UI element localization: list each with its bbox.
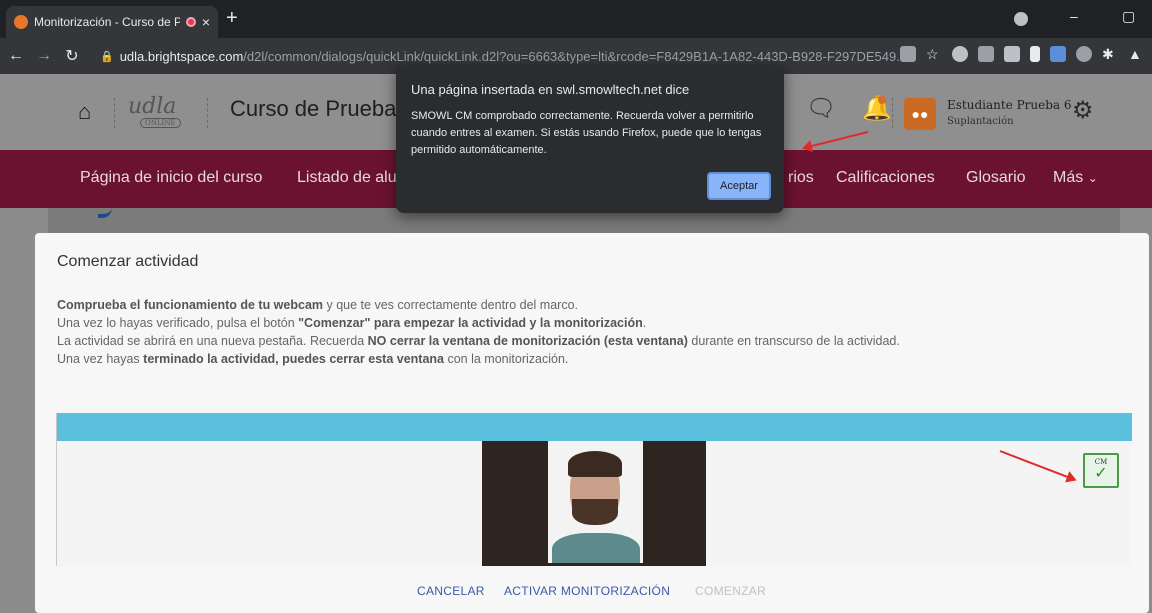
nav-item-hidden[interactable]: rios bbox=[788, 169, 814, 187]
instruction-bold: "Comenzar" para empezar la actividad y l… bbox=[298, 316, 643, 330]
cancel-button[interactable]: CANCELAR bbox=[417, 584, 485, 598]
photo-beard bbox=[572, 499, 618, 525]
photo-hair bbox=[568, 451, 622, 477]
banner-swoosh bbox=[98, 208, 112, 218]
alert-dialog: Una página insertada en swl.smowltech.ne… bbox=[396, 65, 784, 213]
puzzle-icon[interactable]: ✱ bbox=[1102, 46, 1118, 62]
activate-monitoring-button[interactable]: ACTIVAR MONITORIZACIÓN bbox=[504, 584, 670, 598]
divider bbox=[892, 98, 893, 128]
tab-close-icon[interactable]: × bbox=[202, 14, 210, 30]
url-host: udla.brightspace.com bbox=[119, 48, 244, 64]
instruction-line-2: Una vez lo hayas verificado, pulsa el bo… bbox=[57, 314, 900, 332]
extensions-bar: ☆ ✱ ▲ bbox=[900, 46, 1144, 62]
instruction-text: Una vez lo hayas verificado, pulsa el bo… bbox=[57, 316, 299, 330]
instructions: Comprueba el funcionamiento de tu webcam… bbox=[57, 296, 900, 368]
user-photo bbox=[548, 441, 643, 563]
logo-text: udla bbox=[128, 94, 177, 119]
more-label: Más bbox=[1053, 169, 1084, 186]
gear-icon[interactable]: ⚙ bbox=[1072, 96, 1094, 125]
extension-icon[interactable] bbox=[978, 46, 994, 62]
webcam-area bbox=[56, 413, 1132, 566]
extension-blue-icon[interactable] bbox=[1050, 46, 1066, 62]
chevron-down-icon: ⌄ bbox=[1087, 171, 1098, 185]
nav-item-home[interactable]: Página de inicio del curso bbox=[80, 169, 262, 187]
instruction-text: durante en transcurso de la actividad. bbox=[687, 334, 900, 348]
extension-bird-icon[interactable] bbox=[1076, 46, 1092, 62]
extension-tag-icon[interactable] bbox=[1030, 46, 1040, 62]
accept-button[interactable]: Aceptar bbox=[707, 172, 771, 200]
back-arrow-icon[interactable]: ← bbox=[4, 47, 28, 65]
instruction-text: y que te ves correctamente dentro del ma… bbox=[323, 298, 579, 312]
star-icon[interactable]: ☆ bbox=[926, 46, 942, 62]
activity-panel: Comenzar actividad Comprueba el funciona… bbox=[35, 233, 1149, 613]
nav-item-students[interactable]: Listado de alu bbox=[297, 169, 397, 187]
instruction-text: con la monitorización. bbox=[444, 352, 569, 366]
user-name[interactable]: Estudiante Prueba 6 bbox=[947, 98, 1072, 112]
camera-icon[interactable] bbox=[900, 46, 916, 62]
url-path: /d2l/common/dialogs/quickLink/quickLink.… bbox=[243, 48, 908, 64]
nav-item-more[interactable]: Más ⌄ bbox=[1053, 169, 1098, 187]
divider bbox=[207, 98, 208, 128]
instruction-text: . bbox=[642, 316, 647, 330]
site-favicon-icon bbox=[14, 15, 28, 29]
home-icon[interactable]: ⌂ bbox=[78, 99, 91, 125]
forward-arrow-icon[interactable]: → bbox=[32, 47, 56, 65]
cm-verified-badge: CM ✓ bbox=[1083, 453, 1119, 488]
profile-icon[interactable] bbox=[1014, 12, 1028, 26]
minimize-button[interactable]: – bbox=[1070, 8, 1078, 24]
webcam-video bbox=[482, 441, 706, 566]
dialog-title: Una página insertada en swl.smowltech.ne… bbox=[411, 82, 690, 97]
instruction-line-4: Una vez hayas terminado la actividad, pu… bbox=[57, 350, 900, 368]
avatar[interactable]: ●● bbox=[904, 98, 936, 130]
lock-icon: 🔒 bbox=[100, 50, 114, 63]
webcam-header-bar bbox=[57, 413, 1132, 441]
browser-tab[interactable]: Monitorización - Curso de P × bbox=[6, 6, 218, 38]
start-button: COMENZAR bbox=[695, 584, 767, 598]
instruction-line-3: La actividad se abrirá en una nueva pest… bbox=[57, 332, 900, 350]
instruction-text: Una vez hayas bbox=[57, 352, 144, 366]
recording-indicator-icon bbox=[185, 17, 196, 27]
nav-item-grades[interactable]: Calificaciones bbox=[836, 169, 935, 187]
course-title[interactable]: Curso de Prueba V bbox=[230, 96, 417, 122]
account-icon[interactable]: ▲ bbox=[1128, 46, 1144, 62]
notifications-bell-icon[interactable]: 🔔 bbox=[862, 94, 892, 123]
extension-s-icon[interactable] bbox=[1004, 46, 1020, 62]
divider bbox=[114, 98, 115, 128]
instruction-bold: Comprueba el funcionamiento de tu webcam bbox=[57, 298, 324, 312]
reload-icon[interactable]: ↻ bbox=[60, 46, 84, 66]
instruction-bold: NO cerrar la ventana de monitorización (… bbox=[367, 334, 688, 348]
browser-tabstrip: Monitorización - Curso de P × + – ▢ bbox=[0, 0, 1152, 38]
instruction-text: La actividad se abrirá en una nueva pest… bbox=[57, 334, 368, 348]
checkmark-icon: ✓ bbox=[1094, 465, 1108, 482]
instruction-line-1: Comprueba el funcionamiento de tu webcam… bbox=[57, 296, 900, 314]
notification-dot bbox=[878, 96, 886, 104]
user-role: Suplantación bbox=[947, 116, 1014, 127]
maximize-button[interactable]: ▢ bbox=[1122, 8, 1135, 25]
nav-item-glossary[interactable]: Glosario bbox=[966, 169, 1026, 187]
new-tab-button[interactable]: + bbox=[226, 8, 238, 28]
dialog-message: SMOWL CM comprobado correctamente. Recue… bbox=[411, 110, 762, 156]
panel-title: Comenzar actividad bbox=[57, 253, 199, 270]
photo-shirt bbox=[552, 533, 640, 563]
udla-logo: udla ONLINE bbox=[128, 94, 188, 130]
logo-subtext: ONLINE bbox=[140, 118, 181, 128]
adblock-extension-icon[interactable] bbox=[952, 46, 968, 62]
instruction-bold: terminado la actividad, puedes cerrar es… bbox=[143, 352, 444, 366]
messages-icon[interactable]: 🗨 bbox=[806, 94, 836, 123]
tab-title: Monitorización - Curso de P bbox=[34, 15, 180, 29]
